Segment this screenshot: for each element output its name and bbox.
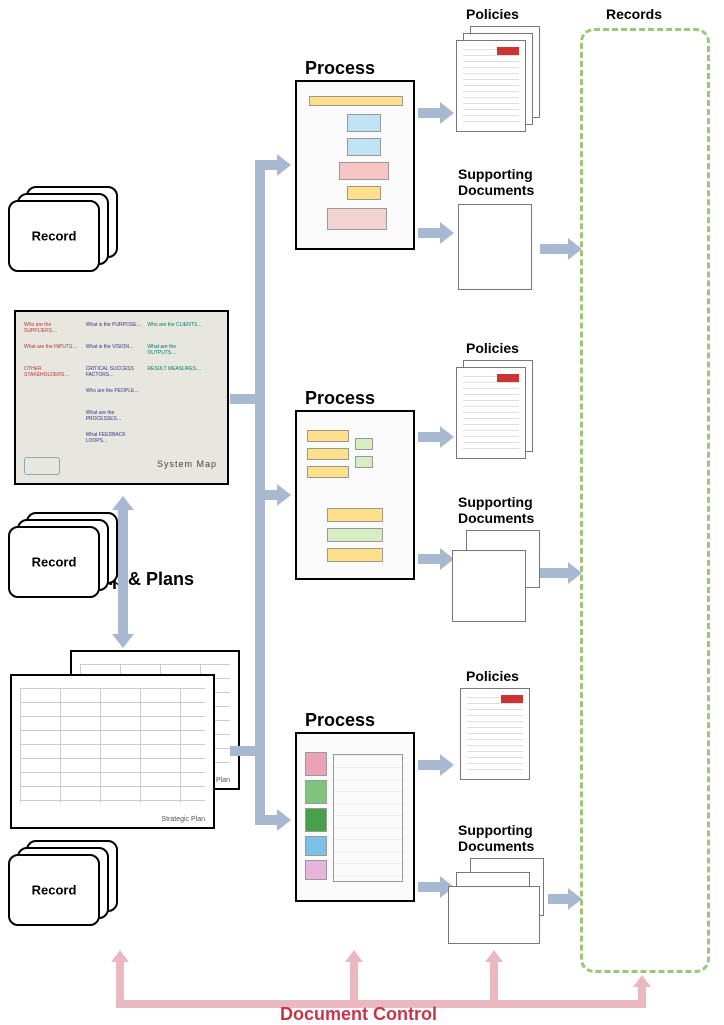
supporting-docs-heading-2: Supporting Documents <box>458 494 534 526</box>
process-thumbnail-2 <box>295 410 415 580</box>
record-stack-2: Record <box>8 512 120 598</box>
policies-heading-1: Policies <box>466 6 519 22</box>
process-heading-3: Process <box>305 710 375 731</box>
record-label: Record <box>10 229 98 244</box>
doc-control-arrow-icon <box>116 960 124 1000</box>
arrow-icon <box>548 894 570 904</box>
process-thumbnail-1 <box>295 80 415 250</box>
connector-icon <box>230 394 260 404</box>
strategic-plan-caption: Strategic Plan <box>161 816 205 823</box>
records-heading: Records <box>606 6 662 22</box>
arrow-icon <box>418 882 442 892</box>
arrow-icon <box>418 760 442 770</box>
arrow-icon <box>255 490 279 500</box>
process-heading-2: Process <box>305 388 375 409</box>
system-map-thumbnail: Who are the SUPPLIERS…What is the PURPOS… <box>14 310 229 485</box>
plans-thumbnail: Implementation Plan Strategic Plan <box>10 650 240 830</box>
doc-control-arrow-icon <box>490 960 498 1000</box>
policies-heading-2: Policies <box>466 340 519 356</box>
system-map-caption: System Map <box>157 459 217 469</box>
doc-control-arrow-icon <box>350 960 358 1000</box>
arrow-icon <box>418 228 442 238</box>
supporting-docs-heading-3: Supporting Documents <box>458 822 534 854</box>
supporting-docs-heading-1: Supporting Documents <box>458 166 534 198</box>
arrow-icon <box>418 554 442 564</box>
policies-heading-3: Policies <box>466 668 519 684</box>
arrow-icon <box>255 815 279 825</box>
arrow-icon <box>418 108 442 118</box>
records-column <box>580 28 710 973</box>
connector-icon <box>230 746 260 756</box>
arrow-icon <box>540 568 570 578</box>
record-stack-1: Record <box>8 186 120 272</box>
arrow-icon <box>418 432 442 442</box>
doc-control-arrow-icon <box>638 985 646 1000</box>
record-label: Record <box>10 883 98 898</box>
document-control-heading: Document Control <box>280 1004 437 1025</box>
record-label: Record <box>10 555 98 570</box>
process-thumbnail-3 <box>295 732 415 902</box>
qla-logo-icon <box>24 457 60 475</box>
record-stack-3: Record <box>8 840 120 926</box>
arrow-icon <box>255 160 279 170</box>
process-heading-1: Process <box>305 58 375 79</box>
arrow-icon <box>540 244 570 254</box>
